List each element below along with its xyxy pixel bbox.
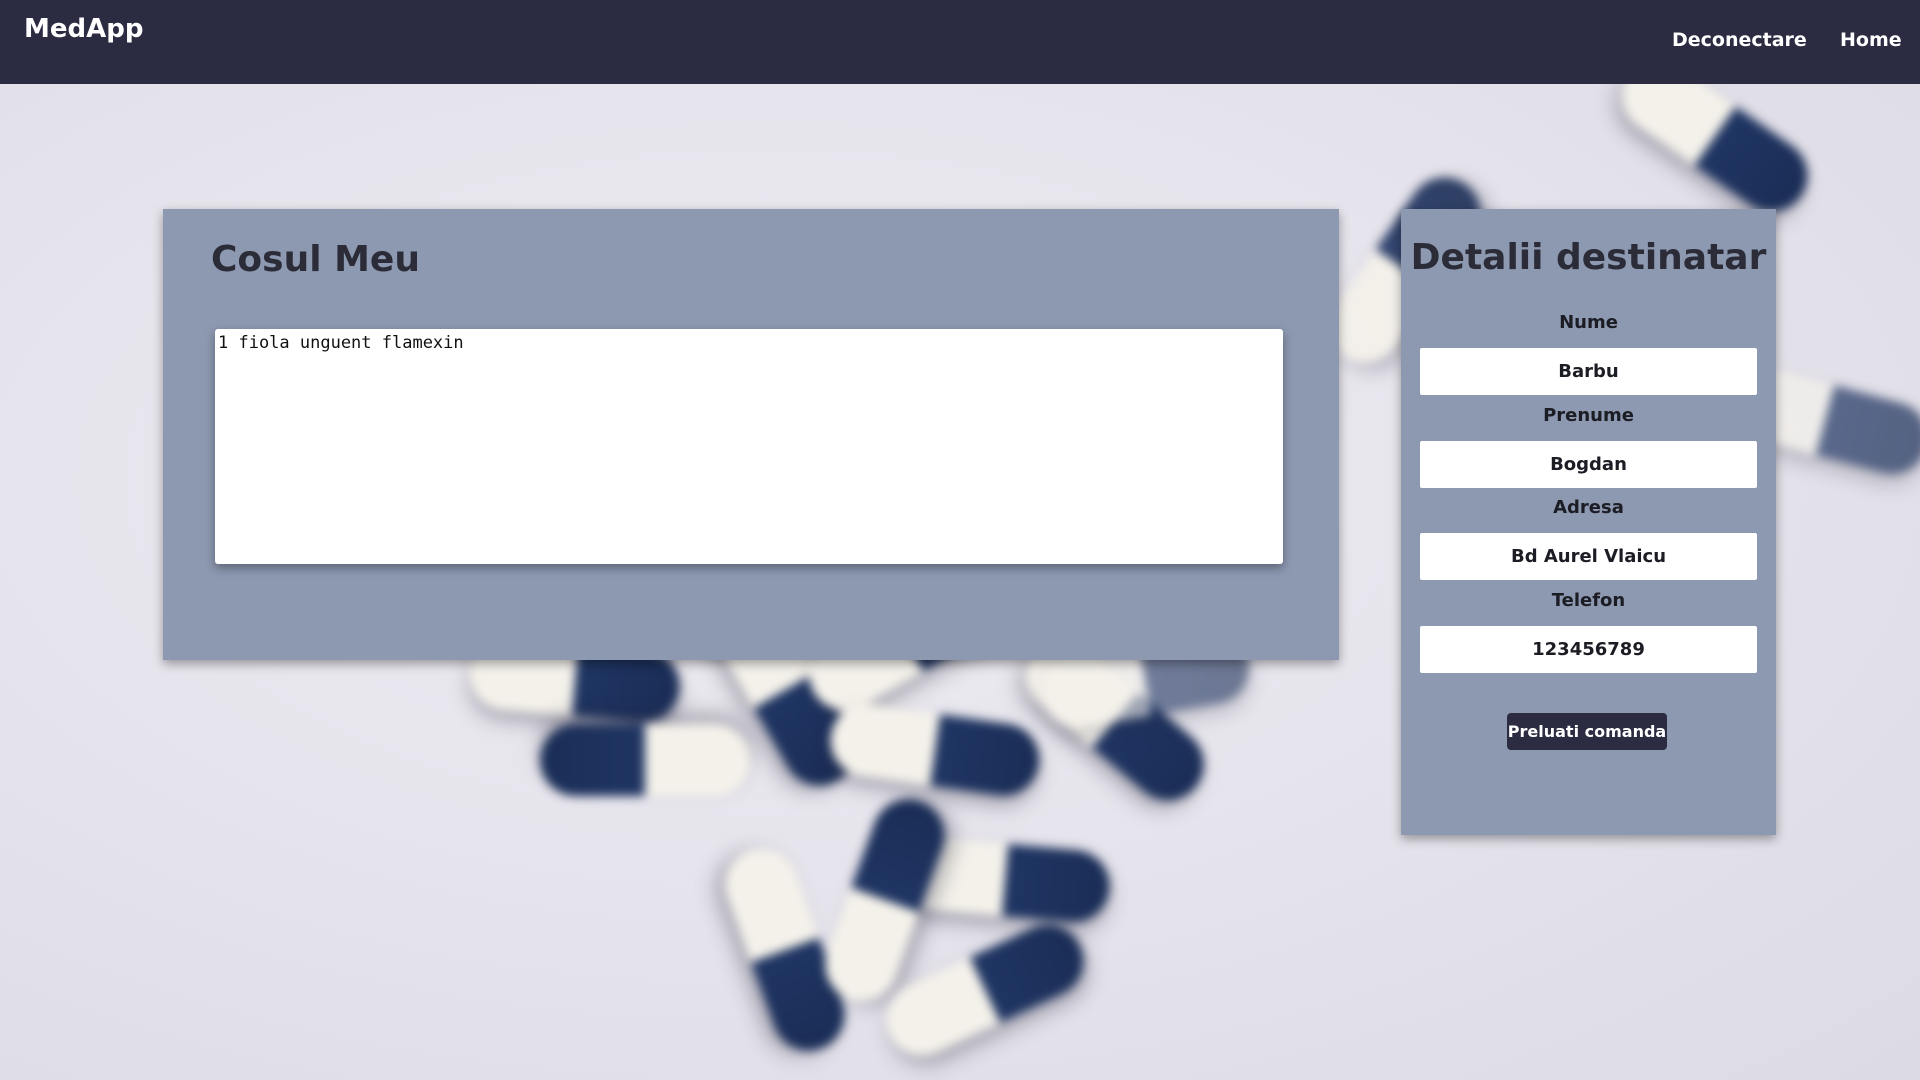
logout-link[interactable]: Deconectare: [1672, 29, 1807, 51]
first-name-field[interactable]: [1420, 441, 1757, 488]
address-field[interactable]: [1420, 533, 1757, 580]
recipient-details-panel: Detalii destinatar Nume Prenume Adresa T…: [1401, 209, 1776, 835]
brand-logo[interactable]: MedApp: [24, 14, 143, 44]
last-name-label: Nume: [1559, 312, 1618, 333]
capsule-shape: [1608, 84, 1822, 226]
top-navbar: MedApp Deconectare Home: [0, 0, 1920, 84]
recipient-title: Detalii destinatar: [1410, 237, 1767, 278]
phone-field[interactable]: [1420, 626, 1757, 673]
last-name-field[interactable]: [1420, 348, 1757, 395]
first-name-label: Prenume: [1543, 405, 1634, 426]
cart-contents-textarea[interactable]: 1 fiola unguent flamexin: [215, 329, 1283, 564]
capsule-shape: [540, 724, 750, 796]
home-link[interactable]: Home: [1840, 29, 1902, 51]
capsule-shape: [826, 699, 1044, 801]
address-label: Adresa: [1553, 497, 1624, 518]
cart-title: Cosul Meu: [211, 239, 420, 280]
place-order-button[interactable]: Preluati comanda: [1507, 713, 1667, 750]
cart-panel: Cosul Meu 1 fiola unguent flamexin: [163, 209, 1339, 660]
phone-label: Telefon: [1551, 590, 1626, 611]
